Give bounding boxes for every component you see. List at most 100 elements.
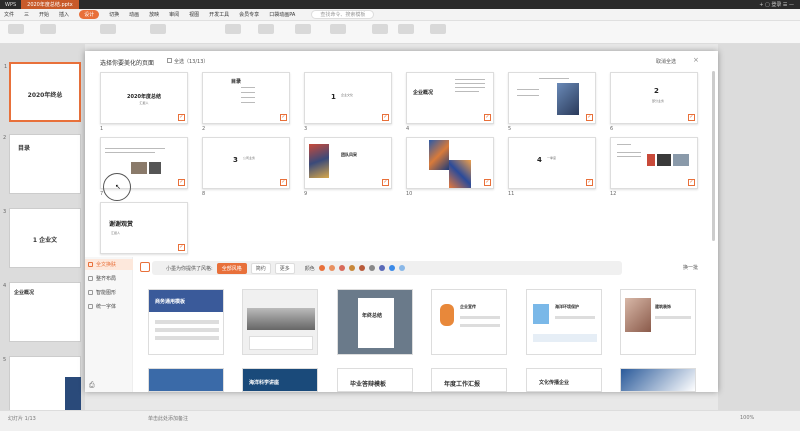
slide-option[interactable]: 2020年度总结 汇报人 ✓	[100, 72, 188, 124]
search-input[interactable]: 查找命令、搜索模板	[311, 10, 375, 19]
color-swatch[interactable]	[388, 265, 395, 271]
slide-thumbnail[interactable]: 3 1 企业文	[3, 208, 81, 268]
menu-item-design[interactable]: 设计	[79, 10, 100, 19]
app-tab[interactable]: WPS	[0, 0, 21, 9]
toolbar-button[interactable]	[8, 24, 24, 34]
toolbar-button[interactable]	[225, 24, 241, 34]
template-card[interactable]: 海洋环境保护	[526, 289, 602, 355]
close-icon[interactable]: ×	[693, 56, 699, 64]
menu-item-more[interactable]: 三	[24, 11, 29, 18]
slide-option[interactable]: ✓	[508, 72, 596, 124]
style-pill-simple[interactable]: 简约	[250, 262, 271, 274]
template-card[interactable]: 商务通用模板	[148, 289, 224, 355]
slide-thumbnail[interactable]: 4 企业概况	[3, 282, 81, 342]
toolbar-button[interactable]	[100, 24, 116, 34]
refresh-button[interactable]: 换一批	[683, 264, 698, 271]
slide-image	[149, 162, 161, 174]
slide-option[interactable]: 2 部分业务 ✓	[610, 72, 698, 124]
check-icon[interactable]: ✓	[688, 179, 695, 186]
slide-option[interactable]: ✓	[610, 137, 698, 189]
template-line	[155, 328, 219, 332]
template-card[interactable]: 海洋科学讲座	[242, 368, 318, 392]
color-swatch[interactable]	[368, 265, 375, 271]
toolbar-button[interactable]	[430, 24, 446, 34]
color-swatch[interactable]	[378, 265, 385, 271]
slide-option[interactable]: 谢谢观赏 汇报人 ✓	[100, 202, 188, 254]
slides-scrollbar[interactable]	[712, 71, 715, 241]
printer-icon[interactable]: ⎙	[89, 381, 95, 390]
menu-item-slideshow[interactable]: 放映	[149, 11, 159, 18]
check-icon[interactable]: ✓	[586, 179, 593, 186]
cancel-select-button[interactable]: 取消全选	[656, 58, 676, 65]
slide-thumbnail[interactable]: 1 2020年终总	[4, 62, 81, 122]
sidebar-item-layout[interactable]: 整齐布局	[85, 273, 133, 284]
check-icon[interactable]: ✓	[178, 244, 185, 251]
slide-option[interactable]: ✓	[406, 137, 494, 189]
menu-item-home[interactable]: 开始	[39, 11, 49, 18]
check-icon[interactable]: ✓	[484, 114, 491, 121]
slide-option[interactable]: 4 一季度 ✓	[508, 137, 596, 189]
sidebar-item-skin[interactable]: 全文换肤	[85, 259, 133, 270]
template-card[interactable]	[242, 289, 318, 355]
slide-option[interactable]: 企业概况 ✓	[406, 72, 494, 124]
slide-image	[449, 160, 471, 188]
check-icon[interactable]: ✓	[280, 179, 287, 186]
menu-item-view[interactable]: 视图	[189, 11, 199, 18]
toolbar-button[interactable]	[40, 24, 56, 34]
menu-item-insert[interactable]: 插入	[59, 11, 69, 18]
color-swatch[interactable]	[328, 265, 335, 271]
toolbar-button[interactable]	[295, 24, 311, 34]
document-tab[interactable]: 2020年度总结.pptx	[21, 0, 79, 9]
check-icon[interactable]: ✓	[178, 114, 185, 121]
check-icon[interactable]: ✓	[178, 179, 185, 186]
color-swatch[interactable]	[318, 265, 325, 271]
select-all-checkbox[interactable]	[167, 58, 172, 63]
text-line	[455, 79, 485, 80]
check-icon[interactable]: ✓	[586, 114, 593, 121]
menu-item-transition[interactable]: 切换	[109, 11, 119, 18]
title-bar-controls[interactable]: + ▢ 登录 ☰ —	[759, 1, 800, 8]
menu-item-file[interactable]: 文件	[4, 11, 14, 18]
menu-item-pocket-animation[interactable]: 口袋动画PA	[269, 11, 295, 18]
menu-item-animation[interactable]: 动画	[129, 11, 139, 18]
template-card[interactable]: 年终总结	[337, 289, 413, 355]
slide-option[interactable]: 3 公司业务 ✓	[202, 137, 290, 189]
template-card[interactable]: 年度工作汇报	[431, 368, 507, 392]
color-swatch[interactable]	[358, 265, 365, 271]
check-icon[interactable]: ✓	[280, 114, 287, 121]
template-card[interactable]	[148, 368, 224, 392]
notes-placeholder[interactable]: 单击此处添加备注	[148, 415, 188, 422]
color-swatch[interactable]	[338, 265, 345, 271]
toolbar-button[interactable]	[330, 24, 346, 34]
check-icon[interactable]: ✓	[484, 179, 491, 186]
toolbar-button[interactable]	[372, 24, 388, 34]
menu-item-member[interactable]: 会员专享	[239, 11, 259, 18]
toolbar-button[interactable]	[150, 24, 166, 34]
check-icon[interactable]: ✓	[688, 114, 695, 121]
slide-option[interactable]: 目录 ✓	[202, 72, 290, 124]
check-icon[interactable]: ✓	[382, 114, 389, 121]
color-swatch[interactable]	[348, 265, 355, 271]
slide-thumbnail[interactable]: 2 目录	[3, 134, 81, 194]
color-swatch[interactable]	[398, 265, 405, 271]
slide-option[interactable]: 团队风采 ✓	[304, 137, 392, 189]
select-all-label[interactable]: 全选（13/13）	[174, 58, 208, 65]
style-pill-more[interactable]: 更多	[274, 262, 295, 274]
template-card[interactable]	[620, 368, 696, 392]
style-pill-all[interactable]: 全部风格	[216, 262, 247, 274]
toolbar-button[interactable]	[258, 24, 274, 34]
toolbar-button[interactable]	[398, 24, 414, 34]
menu-item-review[interactable]: 审阅	[169, 11, 179, 18]
sidebar-item-smart-graphics[interactable]: 智能图形	[85, 287, 133, 298]
slide-thumbnail[interactable]: 5	[3, 356, 81, 416]
template-card[interactable]: 文化传播企业	[526, 368, 602, 392]
slide-option-title: 企业概况	[413, 90, 434, 96]
template-card[interactable]: 建筑装饰	[620, 289, 696, 355]
sidebar-item-font[interactable]: 统一字体	[85, 301, 133, 312]
slide-option[interactable]: 1 企业文化 ✓	[304, 72, 392, 124]
menu-item-developer[interactable]: 开发工具	[209, 11, 229, 18]
zoom-level[interactable]: 100%	[740, 415, 754, 421]
template-card[interactable]: 毕业答辩模板	[337, 368, 413, 392]
check-icon[interactable]: ✓	[382, 179, 389, 186]
template-card[interactable]: 企业宣传	[431, 289, 507, 355]
